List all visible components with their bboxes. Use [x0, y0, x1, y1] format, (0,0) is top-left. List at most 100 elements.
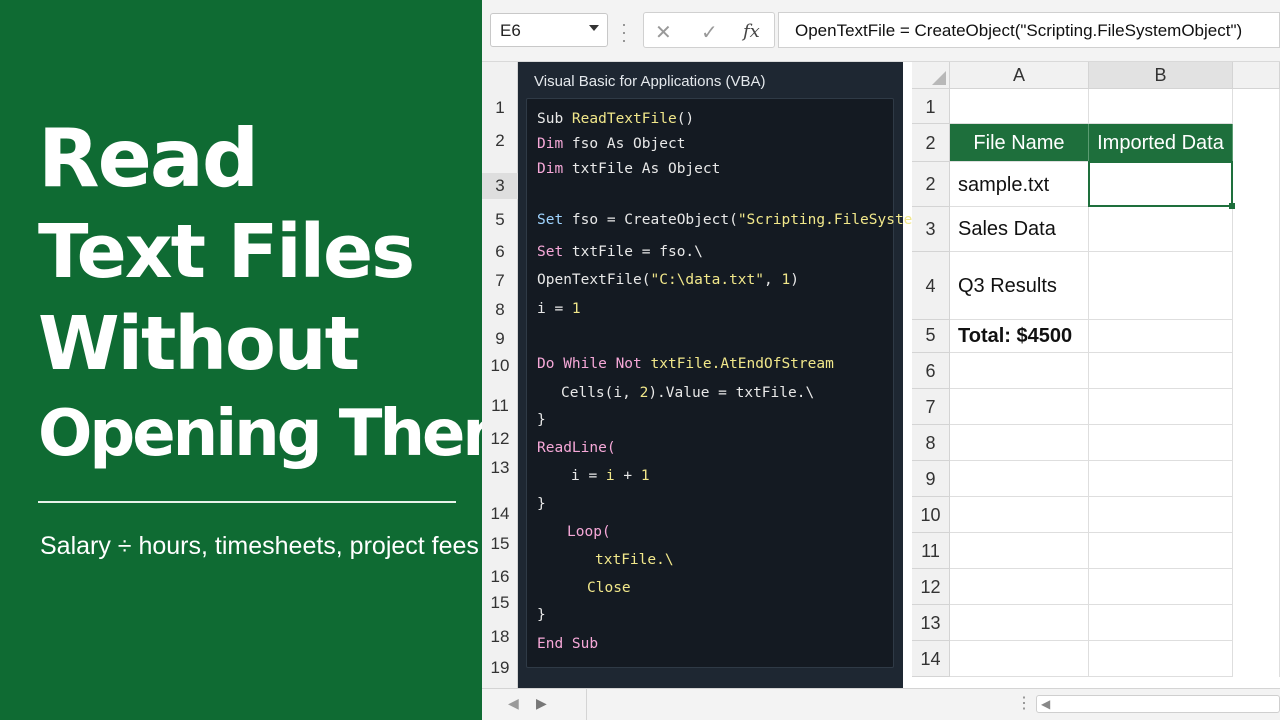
check-icon[interactable]: ✓: [701, 20, 718, 45]
empty-cell[interactable]: [950, 425, 1089, 461]
empty-cell[interactable]: [1089, 605, 1233, 641]
row-header[interactable]: 2: [912, 124, 950, 162]
table-cell[interactable]: [1089, 207, 1233, 252]
row-header[interactable]: 11: [912, 533, 950, 569]
table-cell[interactable]: Q3 Results: [950, 252, 1089, 320]
table-cell[interactable]: [1089, 320, 1233, 353]
row-header[interactable]: 8: [912, 425, 950, 461]
row-header[interactable]: 5: [912, 320, 950, 353]
formula-actions: ✕ ✓ fx: [643, 12, 775, 48]
row-number[interactable]: 8: [482, 300, 518, 320]
banner-subtitle: Salary ÷ hours, timesheets, project fees: [40, 532, 479, 560]
table-cell[interactable]: Sales Data: [950, 207, 1089, 252]
header-cell-file-name[interactable]: File Name: [950, 124, 1089, 162]
code-line: Close: [587, 580, 631, 596]
cell-b1[interactable]: [1089, 89, 1233, 124]
code-line: ReadLine(: [537, 440, 616, 456]
row-number[interactable]: 11: [482, 396, 518, 416]
name-box[interactable]: E6: [490, 13, 608, 47]
code-line: Sub ReadTextFile(): [537, 111, 695, 127]
vba-editor-panel: Visual Basic for Applications (VBA) Sub …: [518, 62, 991, 688]
active-cell-selection: [1088, 161, 1235, 209]
code-line: Cells(i, 2).Value = txtFile.\: [561, 385, 815, 401]
empty-cell[interactable]: [950, 389, 1089, 425]
code-line: Loop(: [567, 524, 611, 540]
code-line: Dim txtFile As Object: [537, 161, 721, 177]
empty-cell[interactable]: [950, 533, 1089, 569]
next-sheet-icon[interactable]: ▶: [536, 695, 547, 712]
row-number[interactable]: 16: [482, 567, 518, 587]
empty-cell[interactable]: [950, 569, 1089, 605]
cancel-icon[interactable]: ✕: [655, 20, 672, 45]
code-editor[interactable]: Sub ReadTextFile() Dim fso As Object Dim…: [526, 98, 991, 668]
title-line: Read: [38, 112, 259, 205]
empty-cell[interactable]: [1089, 461, 1233, 497]
row-number[interactable]: 5: [482, 210, 518, 230]
scroll-left-icon[interactable]: ◀: [1041, 697, 1050, 711]
column-header-c[interactable]: [1233, 62, 1280, 89]
empty-cell[interactable]: [1089, 497, 1233, 533]
chevron-down-icon[interactable]: [589, 25, 599, 31]
row-number[interactable]: 10: [482, 356, 518, 376]
column-c-cells[interactable]: [1233, 89, 1280, 677]
code-line: }: [537, 412, 546, 428]
prev-sheet-icon[interactable]: ◀: [508, 695, 519, 712]
row-number[interactable]: 6: [482, 242, 518, 262]
more-options-icon[interactable]: ⋮: [1016, 693, 1032, 713]
table-cell[interactable]: sample.txt: [950, 162, 1089, 207]
row-number[interactable]: 7: [482, 271, 518, 291]
fill-handle[interactable]: [1229, 203, 1235, 209]
select-all-corner[interactable]: [912, 62, 950, 89]
row-number[interactable]: 13: [482, 458, 518, 478]
row-header[interactable]: 3: [912, 207, 950, 252]
empty-cell[interactable]: [1089, 389, 1233, 425]
empty-cell[interactable]: [1089, 569, 1233, 605]
empty-cell[interactable]: [1089, 641, 1233, 677]
code-line: }: [537, 607, 546, 623]
title-line: Text Files: [38, 209, 415, 295]
code-line: Dim fso As Object: [537, 136, 686, 152]
cell-a1[interactable]: [950, 89, 1089, 124]
row-number[interactable]: 2: [482, 131, 518, 151]
select-all-icon: [932, 71, 946, 85]
row-number[interactable]: 18: [482, 627, 518, 647]
row-header[interactable]: 1: [912, 89, 950, 124]
row-number[interactable]: 12: [482, 429, 518, 449]
row-header[interactable]: 13: [912, 605, 950, 641]
formula-input[interactable]: OpenTextFile = CreateObject("Scripting.F…: [778, 12, 1280, 48]
empty-cell[interactable]: [1089, 425, 1233, 461]
insert-function-icon[interactable]: fx: [743, 21, 760, 42]
row-number[interactable]: 19: [482, 658, 518, 678]
empty-cell[interactable]: [950, 641, 1089, 677]
code-line: i = 1: [537, 301, 581, 317]
empty-cell[interactable]: [950, 605, 1089, 641]
row-header[interactable]: 9: [912, 461, 950, 497]
row-number[interactable]: 14: [482, 504, 518, 524]
column-header-b[interactable]: B: [1089, 62, 1233, 89]
empty-cell[interactable]: [950, 353, 1089, 389]
title-line: Opening Them: [38, 397, 529, 471]
row-number[interactable]: 1: [482, 98, 518, 118]
row-header[interactable]: 2: [912, 162, 950, 207]
row-header[interactable]: 4: [912, 252, 950, 320]
row-number[interactable]: 3: [482, 173, 518, 199]
row-header[interactable]: 10: [912, 497, 950, 533]
row-number[interactable]: 15: [482, 534, 518, 554]
row-header[interactable]: 6: [912, 353, 950, 389]
header-cell-imported-data[interactable]: Imported Data: [1089, 124, 1233, 162]
row-number[interactable]: 9: [482, 329, 518, 349]
empty-cell[interactable]: [1089, 353, 1233, 389]
vertical-dots-icon[interactable]: · · ·: [621, 15, 627, 49]
total-cell[interactable]: Total: $4500: [950, 320, 1089, 353]
horizontal-scrollbar[interactable]: ◀: [1036, 695, 1280, 713]
row-header[interactable]: 12: [912, 569, 950, 605]
empty-cell[interactable]: [1089, 533, 1233, 569]
row-header[interactable]: 14: [912, 641, 950, 677]
banner-title: Read Text Files Without Opening Them: [38, 112, 529, 478]
empty-cell[interactable]: [950, 461, 1089, 497]
table-cell[interactable]: [1089, 252, 1233, 320]
empty-cell[interactable]: [950, 497, 1089, 533]
row-header[interactable]: 7: [912, 389, 950, 425]
row-number[interactable]: 15: [482, 593, 518, 613]
column-header-a[interactable]: A: [950, 62, 1089, 89]
